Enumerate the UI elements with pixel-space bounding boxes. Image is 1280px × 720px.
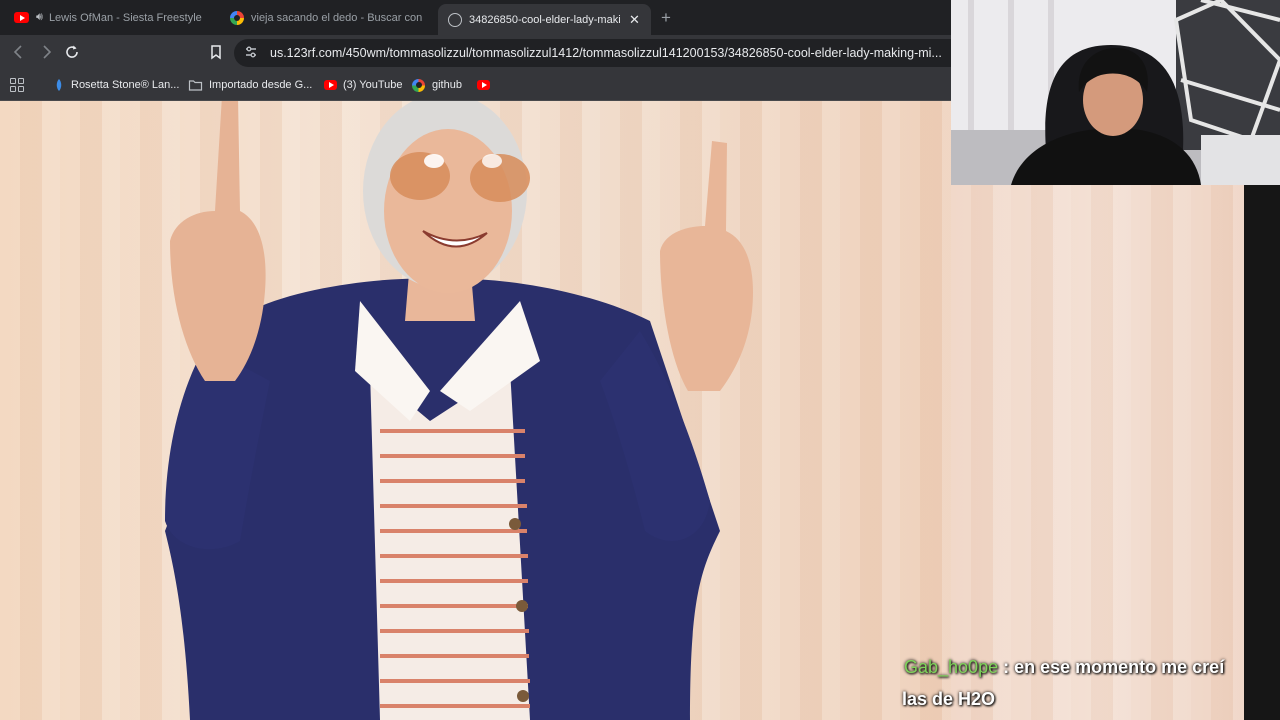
site-info-icon[interactable] xyxy=(244,45,258,62)
stock-photo-elder-lady xyxy=(0,101,951,720)
forward-button[interactable] xyxy=(37,43,55,61)
tab-title: 34826850-cool-elder-lady-makin xyxy=(469,13,621,26)
webcam-overlay xyxy=(951,0,1280,185)
rosetta-icon xyxy=(56,79,62,91)
new-tab-button[interactable]: + xyxy=(661,8,671,28)
bookmark-label: github xyxy=(432,79,462,91)
reload-icon xyxy=(66,45,78,58)
bookmark-folder-imported[interactable]: Importado desde G... xyxy=(188,77,312,93)
bookmarks-bar: Rosetta Stone® Lan... Importado desde G.… xyxy=(0,70,951,101)
browser-toolbar: us.123rf.com/450wm/tommasolizzul/tommaso… xyxy=(0,35,951,70)
address-url: us.123rf.com/450wm/tommasolizzul/tommaso… xyxy=(270,46,942,60)
folder-icon xyxy=(188,80,203,91)
tab-google-search[interactable]: vieja sacando el dedo - Buscar con G xyxy=(220,0,432,35)
globe-icon xyxy=(448,12,462,27)
close-tab-icon[interactable]: ✕ xyxy=(629,12,640,28)
tab-lewis-ofman[interactable]: 🔊︎ Lewis OfMan - Siesta Freestyle fe xyxy=(4,0,214,35)
tab-active-image[interactable]: 34826850-cool-elder-lady-makin ✕ xyxy=(438,4,651,35)
bookmark-icon xyxy=(211,45,221,60)
tab-title: vieja sacando el dedo - Buscar con G xyxy=(251,11,422,24)
tab-bar: 🔊︎ Lewis OfMan - Siesta Freestyle fe vie… xyxy=(0,0,951,35)
address-bar[interactable]: us.123rf.com/450wm/tommasolizzul/tommaso… xyxy=(234,39,951,67)
back-button[interactable] xyxy=(10,43,28,61)
forward-arrow-icon xyxy=(43,45,52,59)
bookmark-label: Rosetta Stone® Lan... xyxy=(71,79,180,91)
elder-lady-illustration xyxy=(165,101,753,720)
bookmark-github[interactable]: github xyxy=(412,77,462,93)
reload-button[interactable] xyxy=(63,43,81,61)
tab-title: Lewis OfMan - Siesta Freestyle fe xyxy=(48,11,204,24)
chat-text-continued: las de H2O xyxy=(902,689,996,709)
youtube-icon xyxy=(14,12,29,23)
speaker-icon[interactable]: 🔊︎ xyxy=(36,11,43,24)
google-icon xyxy=(230,10,244,25)
chat-username: Gab_ho0pe xyxy=(904,657,999,677)
apps-grid-icon[interactable] xyxy=(10,78,24,92)
youtube-icon xyxy=(477,80,490,90)
youtube-icon xyxy=(324,80,337,90)
google-icon xyxy=(412,78,425,92)
bookmark-label: Importado desde G... xyxy=(209,79,313,91)
bookmark-label: (3) YouTube xyxy=(343,79,403,91)
bookmark-youtube-2[interactable] xyxy=(477,77,490,93)
bookmark-youtube[interactable]: (3) YouTube xyxy=(324,77,403,93)
stream-sidebar-strip xyxy=(1244,185,1280,720)
back-arrow-icon xyxy=(13,45,22,59)
bookmark-rosetta-stone[interactable]: Rosetta Stone® Lan... xyxy=(53,77,179,93)
chat-text: : en ese momento me creí xyxy=(1003,657,1225,677)
webcam-illustration xyxy=(951,0,1280,185)
bookmark-star-button[interactable] xyxy=(207,43,225,61)
stream-background xyxy=(951,185,1244,720)
